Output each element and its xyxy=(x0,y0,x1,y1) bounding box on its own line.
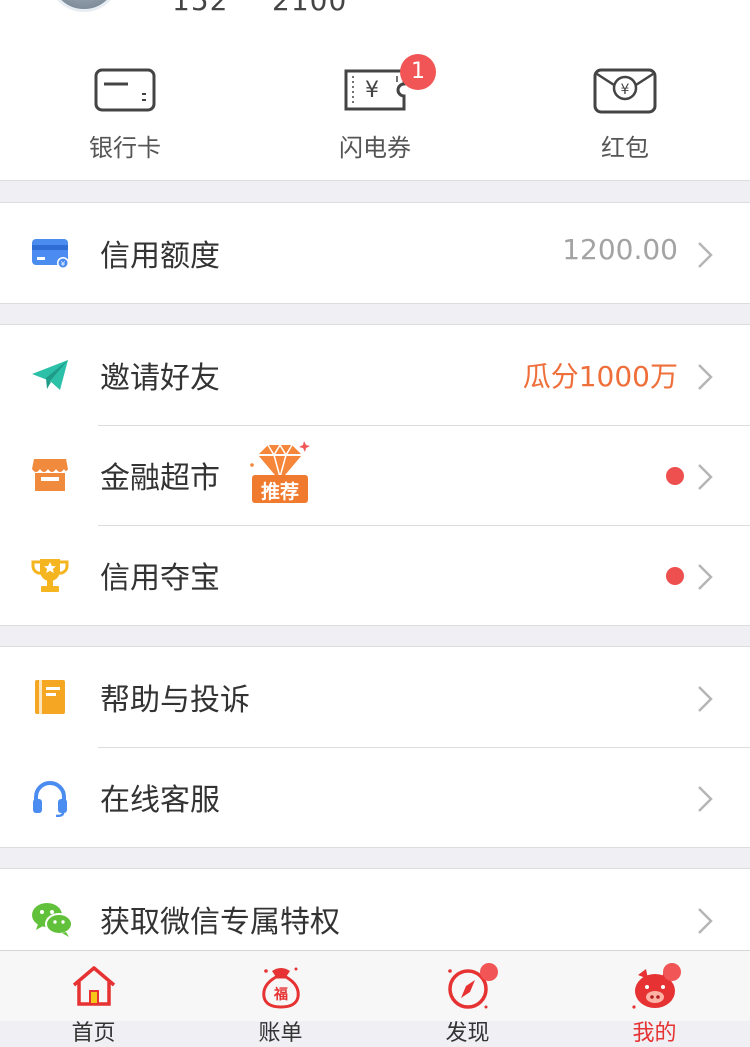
wallet-red-envelope[interactable]: ¥ 红包 xyxy=(500,40,750,180)
recommend-tag: 推荐 xyxy=(248,441,312,507)
invite-promo-text: 瓜分1000万 xyxy=(522,360,678,393)
wallet-coupon[interactable]: ¥ 1 闪电券 xyxy=(250,40,500,180)
credit-card-section: ¥ 信用额度 1200.00 xyxy=(0,202,750,304)
notification-dot xyxy=(666,467,684,485)
book-icon xyxy=(35,680,65,714)
tab-mine-dot xyxy=(663,963,681,981)
finance-market-label: 金融超市 xyxy=(100,461,220,496)
chevron-right-icon xyxy=(698,364,713,390)
tab-home[interactable]: 首页 xyxy=(0,951,187,1046)
chevron-right-icon xyxy=(698,242,713,268)
trophy-icon xyxy=(31,559,69,592)
credit-card-icon: ¥ xyxy=(32,239,69,269)
bottom-tab-bar: 首页 福 账单 发现 我的 xyxy=(0,950,750,1046)
wallet-red-envelope-label: 红包 xyxy=(601,134,649,162)
coupon-badge: 1 xyxy=(400,54,436,90)
svg-text:福: 福 xyxy=(273,986,288,1003)
wallet-bank-card-label: 银行卡 xyxy=(89,134,161,162)
support-section: 帮助与投诉 在线客服 xyxy=(0,646,750,848)
wallet-coupon-label: 闪电券 xyxy=(339,134,411,162)
paper-plane-icon xyxy=(32,360,68,390)
red-envelope-icon: ¥ xyxy=(593,68,657,114)
svg-text:¥: ¥ xyxy=(365,78,379,103)
online-service-label: 在线客服 xyxy=(100,783,220,818)
coupon-icon: ¥ xyxy=(344,69,406,111)
wallet-row: 银行卡 ¥ 1 闪电券 ¥ 红包 xyxy=(0,40,750,181)
notification-dot xyxy=(666,567,684,585)
svg-text:¥: ¥ xyxy=(61,260,66,268)
wallet-bank-card[interactable]: 银行卡 xyxy=(0,40,250,180)
headset-icon xyxy=(33,781,67,817)
tab-bill[interactable]: 福 账单 xyxy=(187,951,374,1046)
credit-limit-value: 1200.00 xyxy=(562,233,678,266)
credit-limit-label: 信用额度 xyxy=(100,239,220,274)
avatar[interactable] xyxy=(48,0,120,12)
bank-card-icon xyxy=(94,68,156,112)
invite-friends-row[interactable]: 邀请好友 瓜分1000万 xyxy=(0,325,750,425)
help-complaint-row[interactable]: 帮助与投诉 xyxy=(0,647,750,747)
chevron-right-icon xyxy=(698,908,713,934)
tab-mine[interactable]: 我的 xyxy=(561,951,748,1046)
wechat-privilege-label: 获取微信专属特权 xyxy=(100,905,340,940)
chevron-right-icon xyxy=(698,464,713,490)
finance-market-row[interactable]: 金融超市 推荐 xyxy=(0,425,750,525)
credit-treasure-row[interactable]: 信用夺宝 xyxy=(0,525,750,625)
chevron-right-icon xyxy=(698,564,713,590)
tab-discover[interactable]: 发现 xyxy=(374,951,561,1046)
online-service-row[interactable]: 在线客服 xyxy=(0,747,750,847)
tab-discover-dot xyxy=(480,963,498,981)
invite-friends-label: 邀请好友 xyxy=(100,361,220,396)
home-icon xyxy=(72,966,115,1006)
credit-treasure-label: 信用夺宝 xyxy=(100,561,220,596)
recommend-tag-label: 推荐 xyxy=(260,481,299,503)
chevron-right-icon xyxy=(698,786,713,812)
stat-value-2[interactable]: 2100 xyxy=(272,0,347,17)
chevron-right-icon xyxy=(698,686,713,712)
shop-icon xyxy=(32,459,68,491)
activities-section: 邀请好友 瓜分1000万 金融超市 推荐 信用夺宝 xyxy=(0,324,750,626)
svg-text:¥: ¥ xyxy=(621,82,630,98)
fortune-bag-icon: 福 xyxy=(261,967,300,1009)
stat-value-1[interactable]: 152 xyxy=(172,0,228,17)
wechat-icon xyxy=(32,903,73,937)
help-complaint-label: 帮助与投诉 xyxy=(100,683,250,718)
credit-limit-row[interactable]: ¥ 信用额度 1200.00 xyxy=(0,203,750,303)
profile-header: 152 2100 xyxy=(0,0,750,40)
